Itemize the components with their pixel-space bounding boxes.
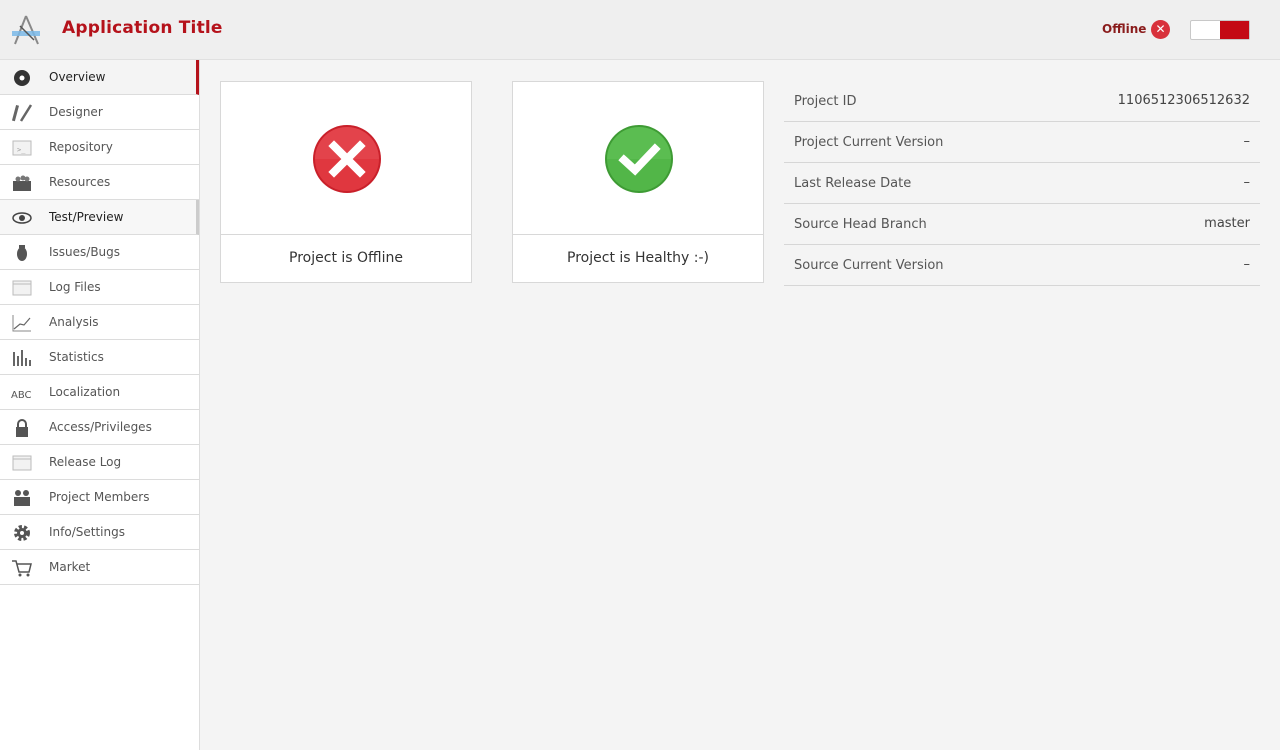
pencil-ruler-icon — [11, 104, 33, 122]
info-row-project-id: Project ID 1106512306512632 — [784, 81, 1260, 122]
status-label: Offline — [1102, 22, 1147, 36]
sidebar-item-overview[interactable]: Overview — [0, 60, 199, 95]
sidebar-item-statistics[interactable]: Statistics — [0, 340, 199, 375]
sidebar: Overview Designer >_ Repository Resource… — [0, 60, 200, 750]
line-graph-icon — [12, 315, 31, 332]
people-icon — [14, 490, 30, 506]
sidebar-item-analysis[interactable]: Analysis — [0, 305, 199, 340]
info-key: Project ID — [794, 94, 857, 109]
online-toggle[interactable] — [1190, 20, 1250, 40]
info-value: – — [1243, 134, 1251, 149]
sidebar-item-release-log[interactable]: Release Log — [0, 445, 199, 480]
sidebar-item-issues-bugs[interactable]: Issues/Bugs — [0, 235, 199, 270]
eye-icon — [12, 212, 32, 224]
abc-icon: ABC — [11, 390, 32, 401]
info-row-source-version: Source Current Version – — [784, 245, 1260, 286]
info-key: Source Current Version — [794, 258, 944, 273]
sidebar-item-label: Info/Settings — [49, 525, 125, 539]
window-icon — [12, 455, 32, 471]
terminal-window-icon: >_ — [12, 140, 32, 156]
sidebar-item-label: Analysis — [49, 315, 99, 329]
sidebar-item-log-files[interactable]: Log Files — [0, 270, 199, 305]
project-info-table: Project ID 1106512306512632 Project Curr… — [784, 81, 1260, 286]
svg-text:ABC: ABC — [11, 390, 32, 401]
sidebar-item-label: Project Members — [49, 490, 150, 504]
sidebar-item-repository[interactable]: >_ Repository — [0, 130, 199, 165]
sidebar-item-resources[interactable]: Resources — [0, 165, 199, 200]
sidebar-item-market[interactable]: Market — [0, 550, 199, 585]
app-logo-icon — [12, 15, 40, 45]
sidebar-item-project-members[interactable]: Project Members — [0, 480, 199, 515]
info-row-head-branch: Source Head Branch master — [784, 204, 1260, 245]
sidebar-item-label: Access/Privileges — [49, 420, 152, 434]
info-row-current-version: Project Current Version – — [784, 122, 1260, 163]
sidebar-item-label: Test/Preview — [49, 210, 124, 224]
bug-icon — [17, 245, 27, 261]
sidebar-item-label: Repository — [49, 140, 113, 154]
sidebar-item-label: Resources — [49, 175, 111, 189]
info-value: master — [1204, 216, 1250, 231]
info-value: – — [1243, 257, 1251, 272]
dot-circle-icon — [14, 70, 30, 86]
sidebar-item-info-settings[interactable]: Info/Settings — [0, 515, 199, 550]
card-label: Project is Healthy :-) — [567, 250, 709, 266]
sidebar-item-label: Market — [49, 560, 91, 574]
check-icon — [605, 125, 673, 193]
sidebar-item-label: Statistics — [49, 350, 104, 364]
sidebar-item-label: Release Log — [49, 455, 122, 469]
sidebar-item-label: Log Files — [49, 280, 101, 294]
lock-icon — [16, 419, 28, 437]
sidebar-item-access-privileges[interactable]: Access/Privileges — [0, 410, 199, 445]
basket-icon — [13, 175, 31, 191]
info-key: Project Current Version — [794, 135, 944, 150]
info-key: Source Head Branch — [794, 217, 927, 232]
sidebar-item-label: Overview — [49, 70, 106, 84]
info-row-last-release-date: Last Release Date – — [784, 163, 1260, 204]
gear-icon — [14, 525, 30, 541]
toggle-fill — [1220, 21, 1249, 39]
sidebar-item-label: Localization — [49, 385, 121, 399]
svg-text:>_: >_ — [17, 146, 26, 154]
info-key: Last Release Date — [794, 176, 912, 191]
info-value: – — [1243, 175, 1251, 190]
info-value: 1106512306512632 — [1117, 93, 1250, 108]
card-icon-area — [513, 82, 763, 235]
sidebar-item-localization[interactable]: ABC Localization — [0, 375, 199, 410]
card-icon-area — [221, 82, 471, 235]
sidebar-item-test-preview[interactable]: Test/Preview — [0, 200, 199, 235]
cart-icon — [12, 560, 32, 577]
close-circle-icon[interactable]: ✕ — [1151, 20, 1170, 39]
sidebar-item-label: Issues/Bugs — [49, 245, 121, 259]
app-header: Application Title Offline ✕ — [0, 0, 1280, 60]
window-icon — [12, 280, 32, 296]
sidebar-item-label: Designer — [49, 105, 103, 119]
card-label: Project is Offline — [289, 250, 403, 266]
app-title: Application Title — [62, 18, 223, 38]
status-card-offline: Project is Offline — [220, 81, 472, 283]
status-card-healthy: Project is Healthy :-) — [512, 81, 764, 283]
sidebar-item-designer[interactable]: Designer — [0, 95, 199, 130]
bar-chart-icon — [13, 350, 31, 366]
error-x-icon — [313, 125, 381, 193]
